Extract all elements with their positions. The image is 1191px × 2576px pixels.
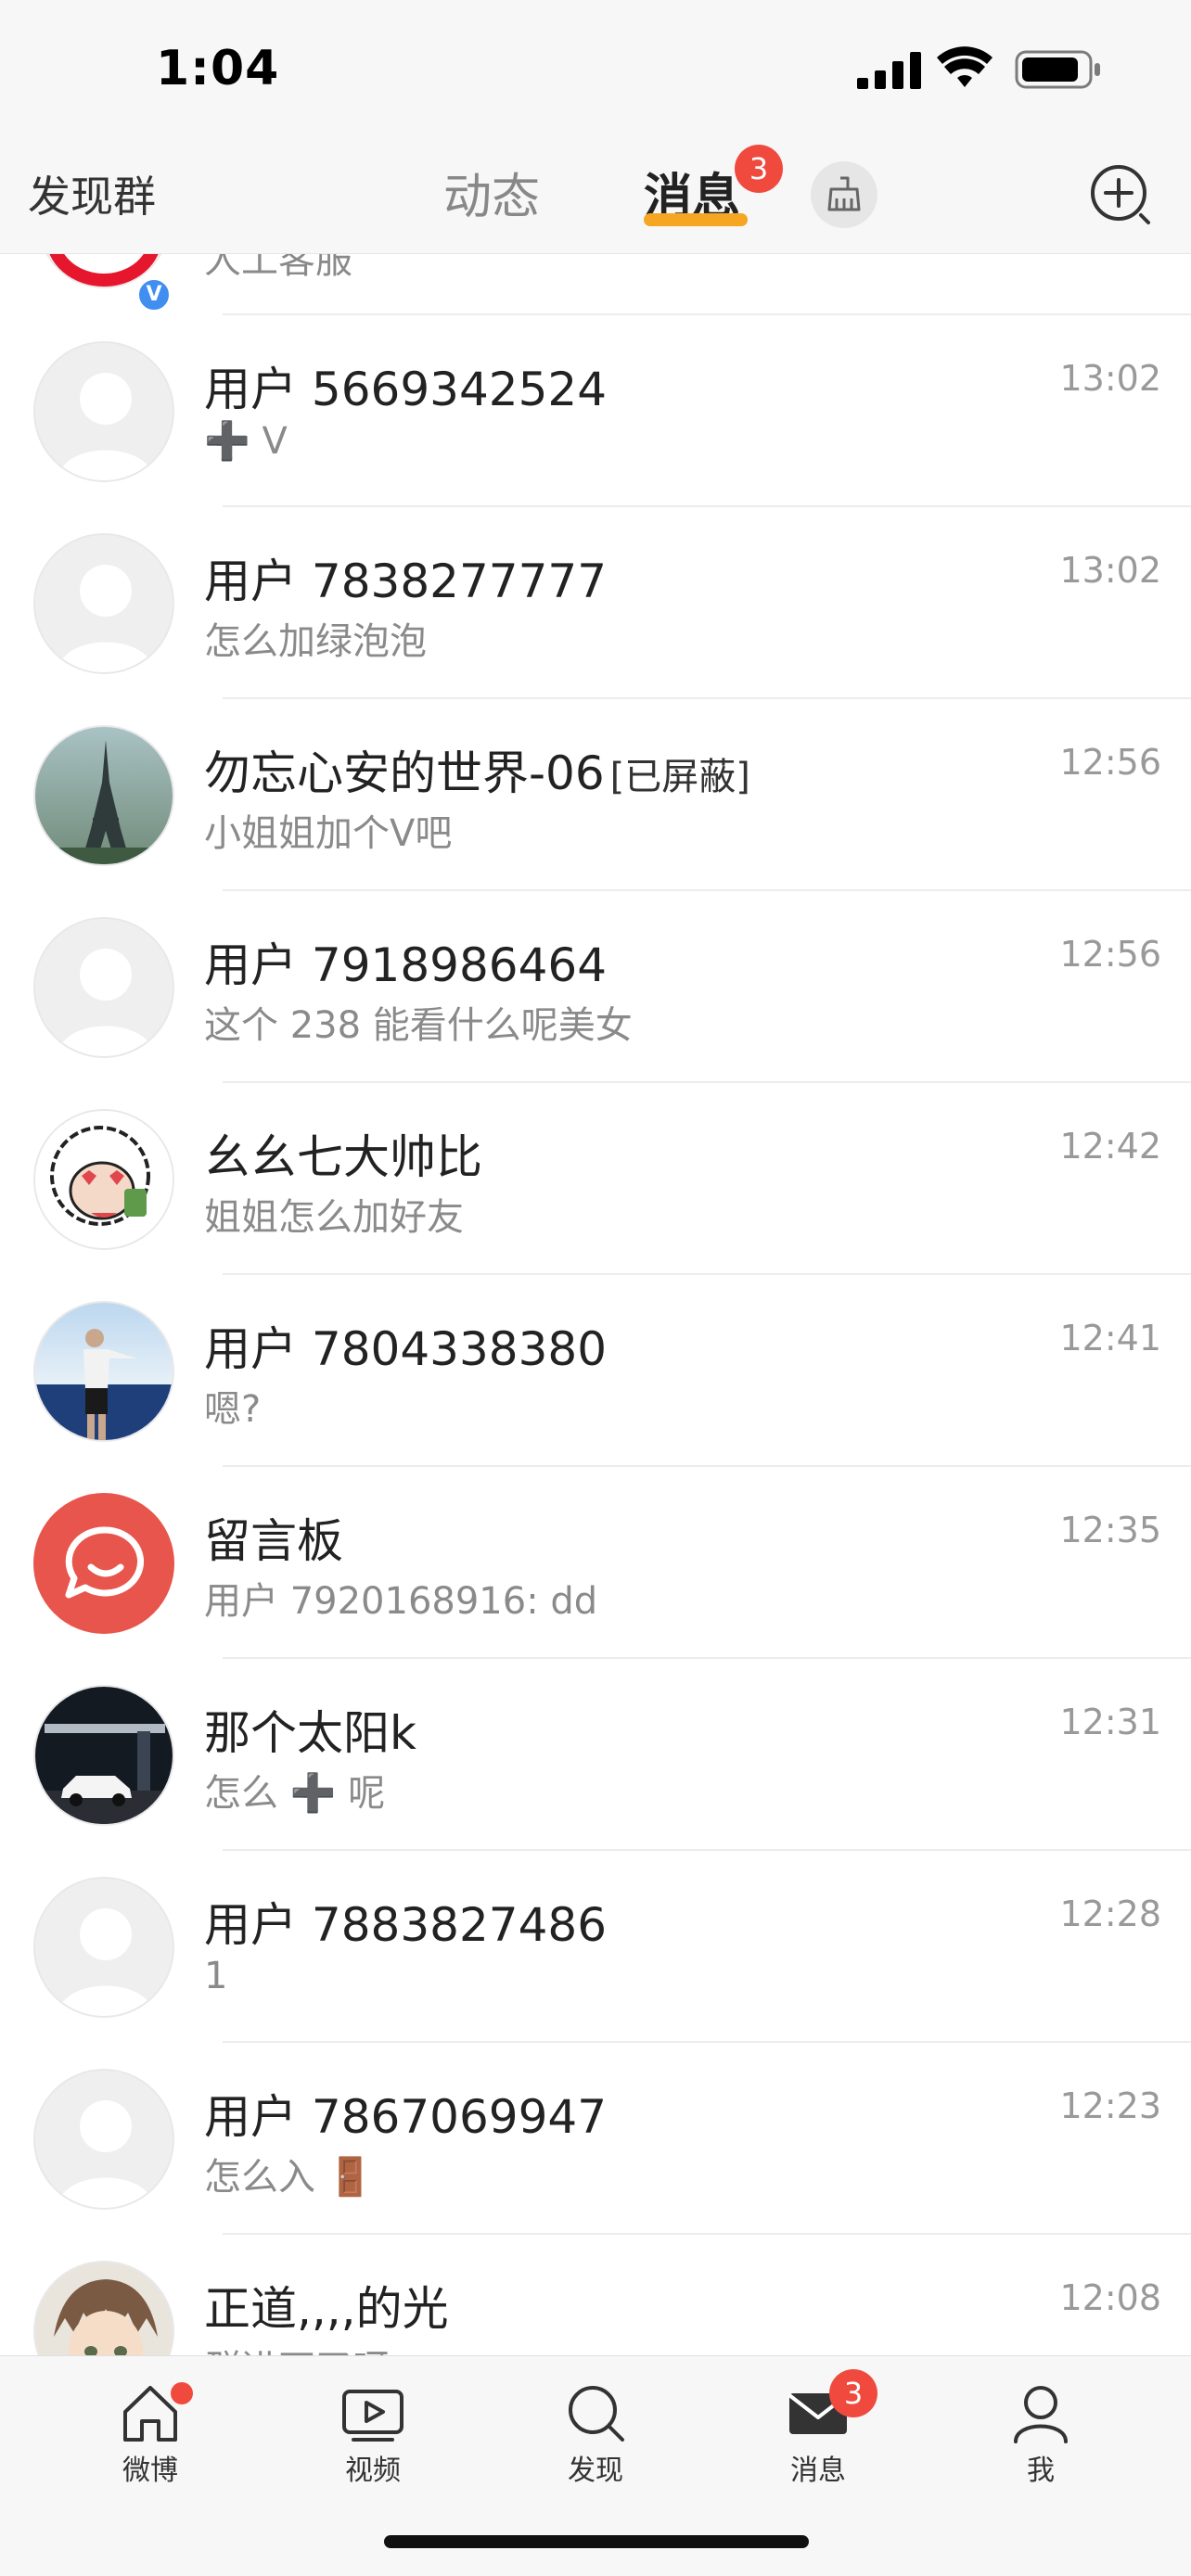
message-board-icon (35, 1495, 173, 1632)
contact-name: 用户 7838277777 (204, 555, 608, 608)
list-item[interactable]: 正道,,,,的光 群进不了呀 12:08 (0, 2235, 1191, 2355)
wifi-icon (937, 46, 992, 87)
active-tab-indicator (644, 213, 748, 226)
cellular-signal-icon (857, 52, 921, 89)
list-item[interactable]: 用户 5669342524 ➕ V 13:02 (0, 315, 1191, 507)
avatar (33, 341, 174, 482)
message-time: 12:42 (1059, 1126, 1161, 1167)
contact-name: 用户 7804338380 (204, 1322, 608, 1376)
message-time: 12:08 (1059, 2277, 1161, 2318)
contact-name: 留言板 (204, 1514, 343, 1568)
message-time: 12:28 (1059, 1894, 1161, 1934)
tab-label: 发现 (568, 2455, 623, 2487)
messages-unread-badge: 3 (735, 145, 783, 193)
avatar (33, 2069, 174, 2210)
list-item[interactable]: 用户 7838277777 怎么加绿泡泡 13:02 (0, 507, 1191, 699)
message-preview: 用户 7920168916: dd (204, 1580, 598, 1623)
list-item[interactable]: 用户 7883827486 1 12:28 (0, 1851, 1191, 2043)
contact-name: 用户 7918986464 (204, 938, 608, 992)
contact-name: 那个太阳k (204, 1706, 416, 1760)
tab-discover[interactable]: 发现 (531, 2380, 660, 2510)
list-item[interactable]: 幺幺七大帅比 姐姐怎么加好友 12:42 (0, 1083, 1191, 1275)
message-preview: ➕ V (204, 420, 288, 463)
avatar (33, 1877, 174, 2018)
contact-name: 幺幺七大帅比 (204, 1130, 482, 1184)
conversation-list[interactable]: V 人工客服 用户 5669342524 ➕ V 13:02 用户 783827… (0, 254, 1191, 2355)
contact-name: 勿忘心安的世界-06 [已屏蔽] (204, 746, 750, 800)
tab-label: 消息 (790, 2455, 846, 2487)
avatar (33, 725, 174, 866)
tab-dynamic[interactable]: 动态 (443, 158, 540, 227)
add-chat-icon[interactable] (1087, 161, 1154, 228)
message-time: 12:41 (1059, 1318, 1161, 1358)
status-bar: 1:04 (0, 0, 1191, 130)
message-preview: 嗯? (204, 1388, 262, 1431)
clear-unread-button[interactable] (811, 161, 877, 228)
message-time: 12:23 (1059, 2085, 1161, 2126)
message-preview: 群进不了呀 (204, 2339, 390, 2355)
list-item[interactable]: 用户 7867069947 怎么入 🚪 12:23 (0, 2043, 1191, 2235)
list-item[interactable]: 用户 7804338380 嗯? 12:41 (0, 1275, 1191, 1467)
avatar (33, 1493, 174, 1634)
default-avatar-icon (35, 1879, 173, 2016)
tab-video[interactable]: 视频 (308, 2380, 438, 2510)
default-avatar-icon (35, 535, 173, 672)
contact-name: 用户 7883827486 (204, 1898, 608, 1952)
message-preview: 小姐姐加个V吧 (204, 812, 453, 855)
list-item[interactable]: 那个太阳k 怎么 ➕ 呢 12:31 (0, 1659, 1191, 1851)
contact-name: 用户 7867069947 (204, 2090, 608, 2144)
list-item[interactable]: 勿忘心安的世界-06 [已屏蔽] 小姐姐加个V吧 12:56 (0, 699, 1191, 891)
user-icon (1014, 2386, 1068, 2443)
contact-name: 正道,,,,的光 (204, 2282, 449, 2336)
message-time: 12:56 (1059, 934, 1161, 975)
video-icon (342, 2390, 403, 2442)
message-time: 13:02 (1059, 358, 1161, 399)
message-time: 13:02 (1059, 550, 1161, 591)
tab-messages-bottom[interactable]: 消息 3 (753, 2369, 883, 2510)
notification-dot (171, 2382, 193, 2404)
message-time: 12:56 (1059, 742, 1161, 783)
avatar (33, 1301, 174, 1442)
default-avatar-icon (35, 919, 173, 1056)
list-item[interactable]: 留言板 用户 7920168916: dd 12:35 (0, 1467, 1191, 1659)
message-preview: 怎么入 🚪 (204, 2156, 374, 2199)
list-item[interactable]: V 人工客服 (0, 254, 1191, 315)
tab-label: 微博 (122, 2455, 178, 2487)
message-time: 12:31 (1059, 1702, 1161, 1742)
message-time: 12:35 (1059, 1510, 1161, 1550)
battery-icon (1015, 50, 1100, 89)
message-preview: 这个 238 能看什么呢美女 (204, 1004, 633, 1047)
car-night-photo-avatar (35, 1687, 173, 1824)
anime-boy-avatar (35, 2263, 173, 2355)
default-avatar-icon (35, 343, 173, 480)
avatar (33, 1685, 174, 1826)
sea-photo-avatar (35, 1303, 173, 1440)
avatar (33, 533, 174, 674)
broom-icon (827, 176, 861, 211)
message-preview: 1 (204, 1955, 228, 1997)
avatar (33, 917, 174, 1058)
tab-weibo[interactable]: 微博 (85, 2380, 215, 2510)
top-navigation: 发现群 动态 消息 3 (0, 130, 1191, 254)
default-avatar-icon (35, 2071, 173, 2208)
message-preview: 人工客服 (204, 254, 352, 282)
verified-badge-icon: V (135, 276, 173, 313)
status-time: 1:04 (156, 41, 280, 96)
tab-label: 视频 (345, 2455, 401, 2487)
message-preview: 怎么加绿泡泡 (204, 620, 427, 663)
search-icon (569, 2386, 624, 2442)
eiffel-tower-photo (35, 727, 173, 864)
list-item[interactable]: 用户 7918986464 这个 238 能看什么呢美女 12:56 (0, 891, 1191, 1083)
avatar (33, 1109, 174, 1250)
cartoon-sheep-avatar (35, 1111, 173, 1248)
tab-me[interactable]: 我 (976, 2380, 1106, 2510)
avatar (33, 2261, 174, 2355)
messages-tab-badge: 3 (829, 2369, 877, 2417)
contact-name: 用户 5669342524 (204, 363, 608, 416)
tab-label: 我 (1027, 2455, 1055, 2487)
message-preview: 姐姐怎么加好友 (204, 1196, 464, 1239)
discover-groups-link[interactable]: 发现群 (28, 163, 156, 224)
message-preview: 怎么 ➕ 呢 (204, 1772, 386, 1815)
home-indicator[interactable] (384, 2535, 809, 2548)
